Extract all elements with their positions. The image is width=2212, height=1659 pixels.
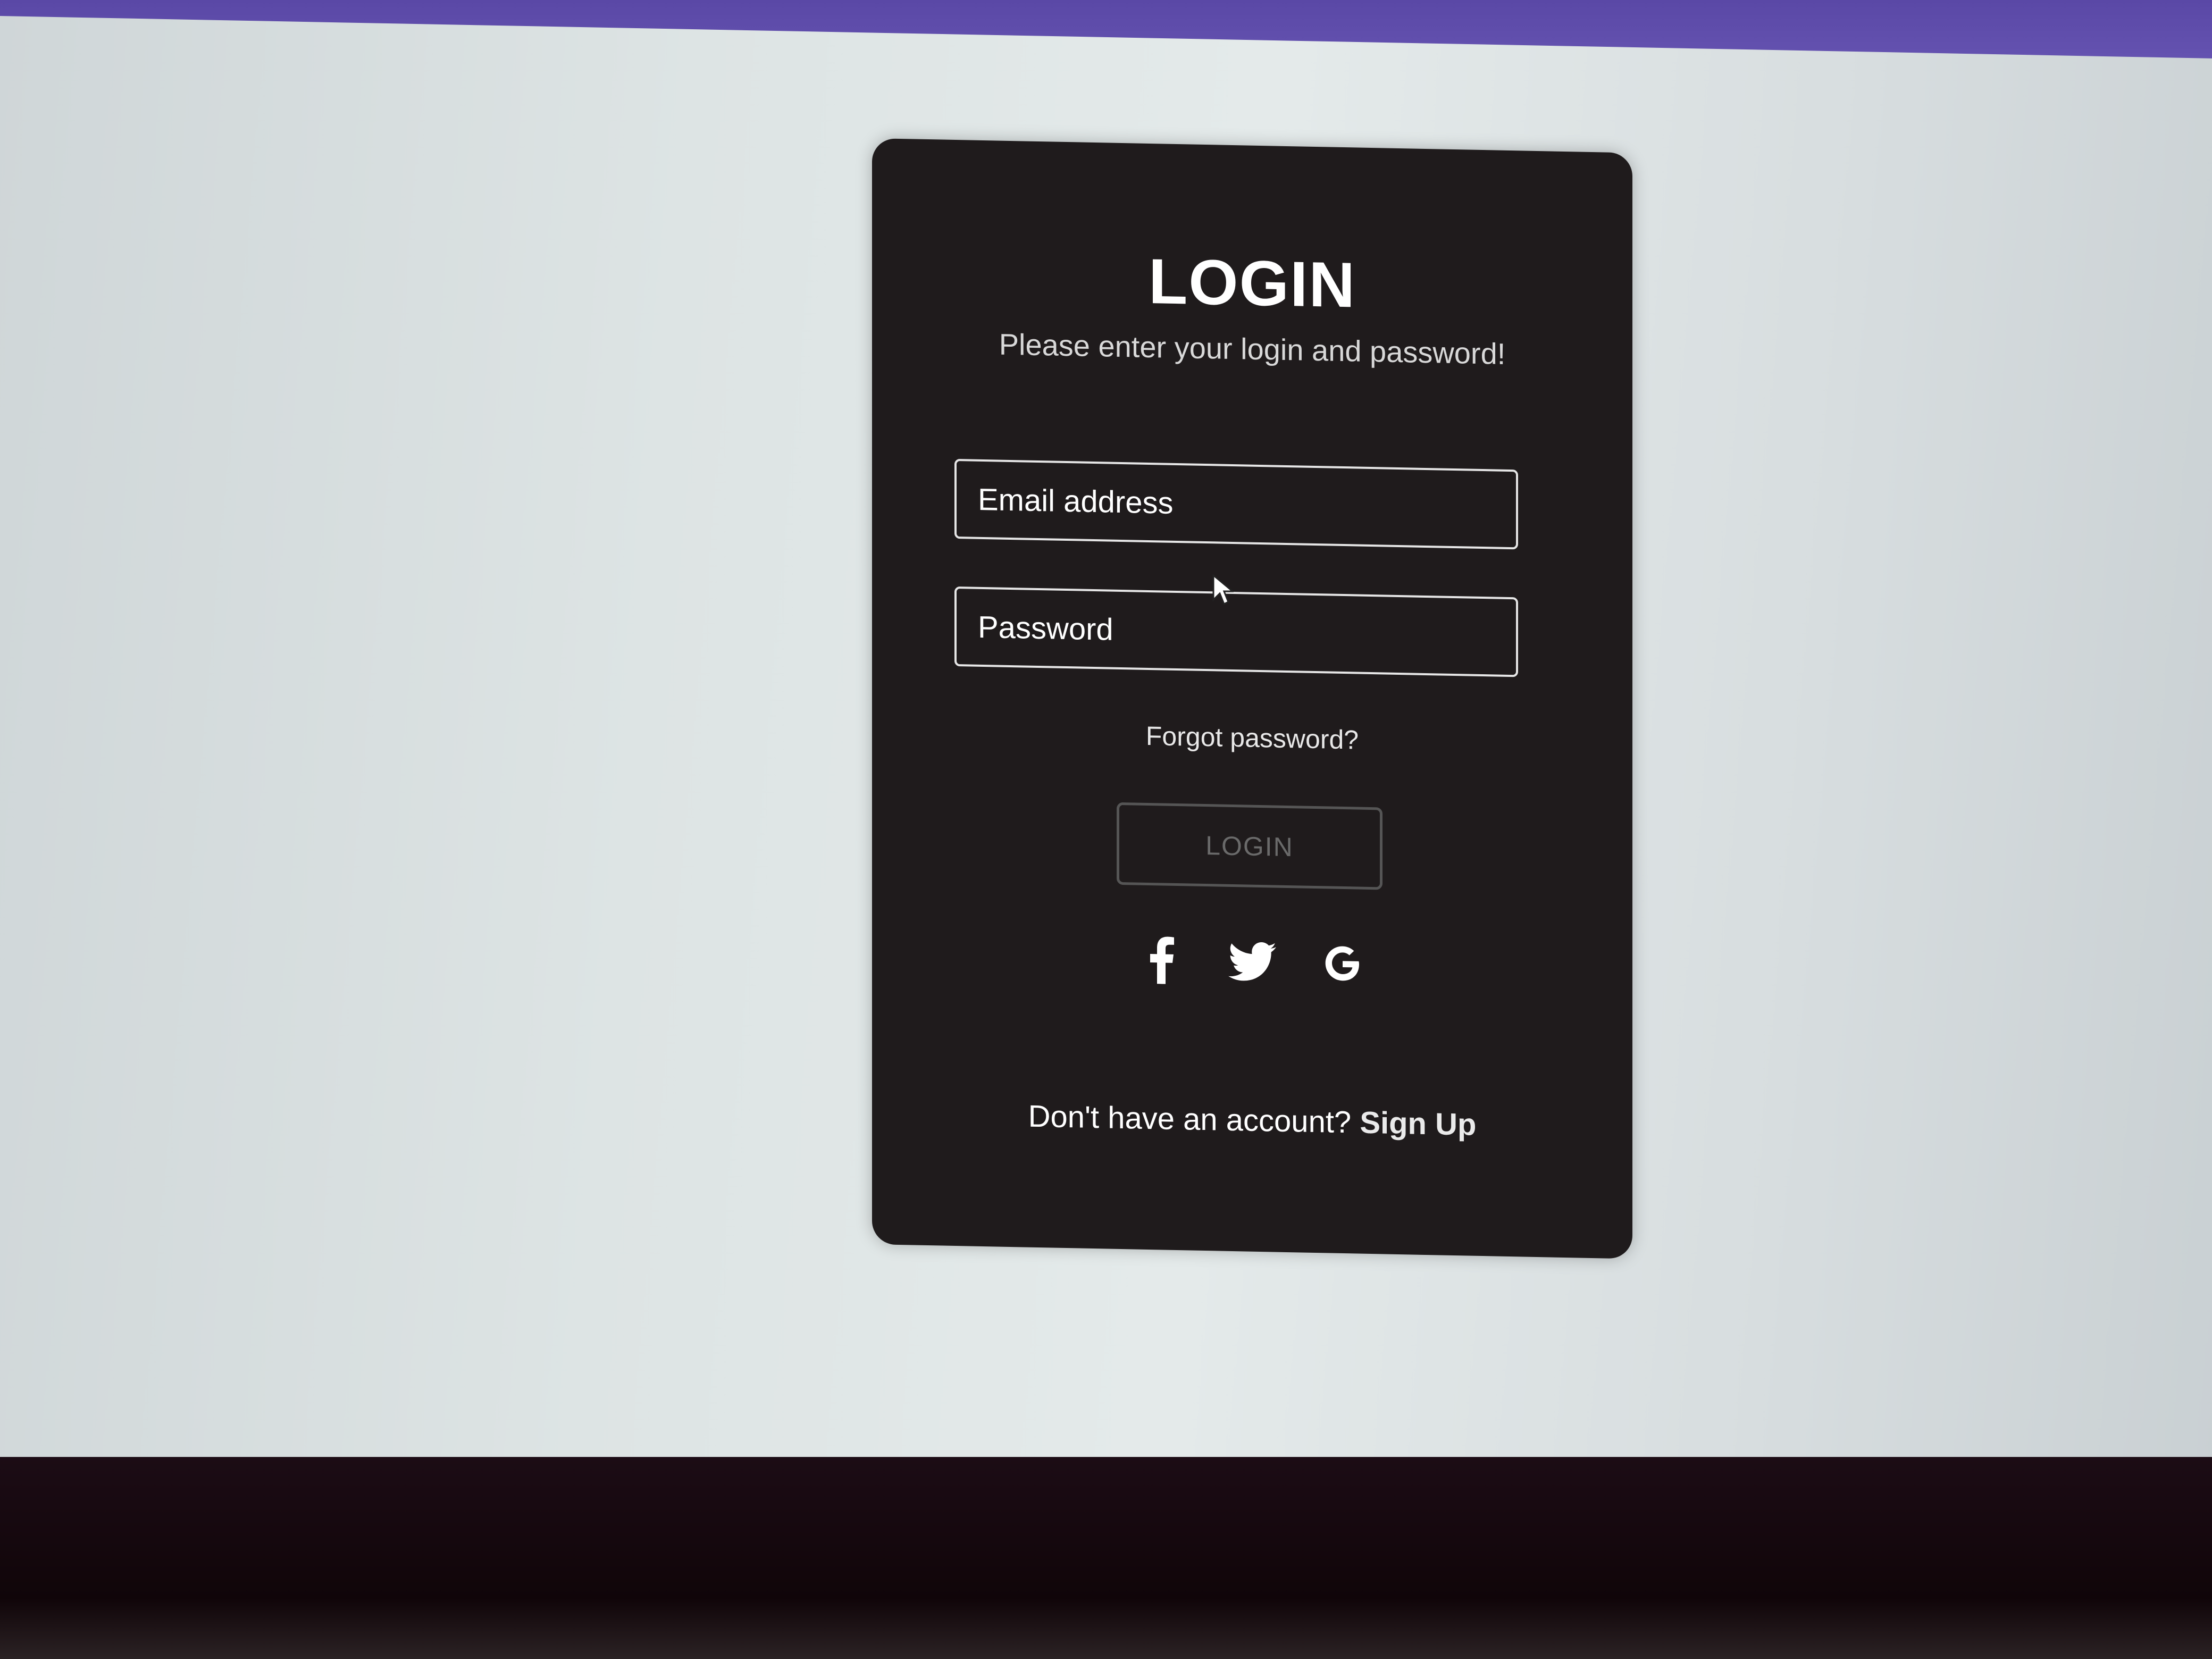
login-subtitle: Please enter your login and password! (999, 327, 1506, 371)
mouse-cursor-icon (1212, 574, 1234, 606)
signup-prompt-line: Don't have an account? Sign Up (872, 1095, 1632, 1145)
password-field[interactable] (954, 586, 1518, 677)
social-login-row (872, 925, 1632, 998)
screen-bezel-bottom (0, 1457, 2212, 1659)
google-icon[interactable] (1316, 936, 1369, 991)
signup-link[interactable]: Sign Up (1360, 1105, 1476, 1142)
login-title: LOGIN (1149, 245, 1356, 321)
twitter-icon[interactable] (1226, 935, 1279, 989)
forgot-password-link[interactable]: Forgot password? (872, 715, 1632, 760)
facebook-icon[interactable] (1135, 933, 1188, 987)
signup-prompt-text: Don't have an account? (1028, 1099, 1352, 1140)
email-field[interactable] (954, 458, 1518, 550)
login-card: LOGIN Please enter your login and passwo… (872, 138, 1632, 1259)
login-button[interactable]: LOGIN (1117, 802, 1382, 890)
